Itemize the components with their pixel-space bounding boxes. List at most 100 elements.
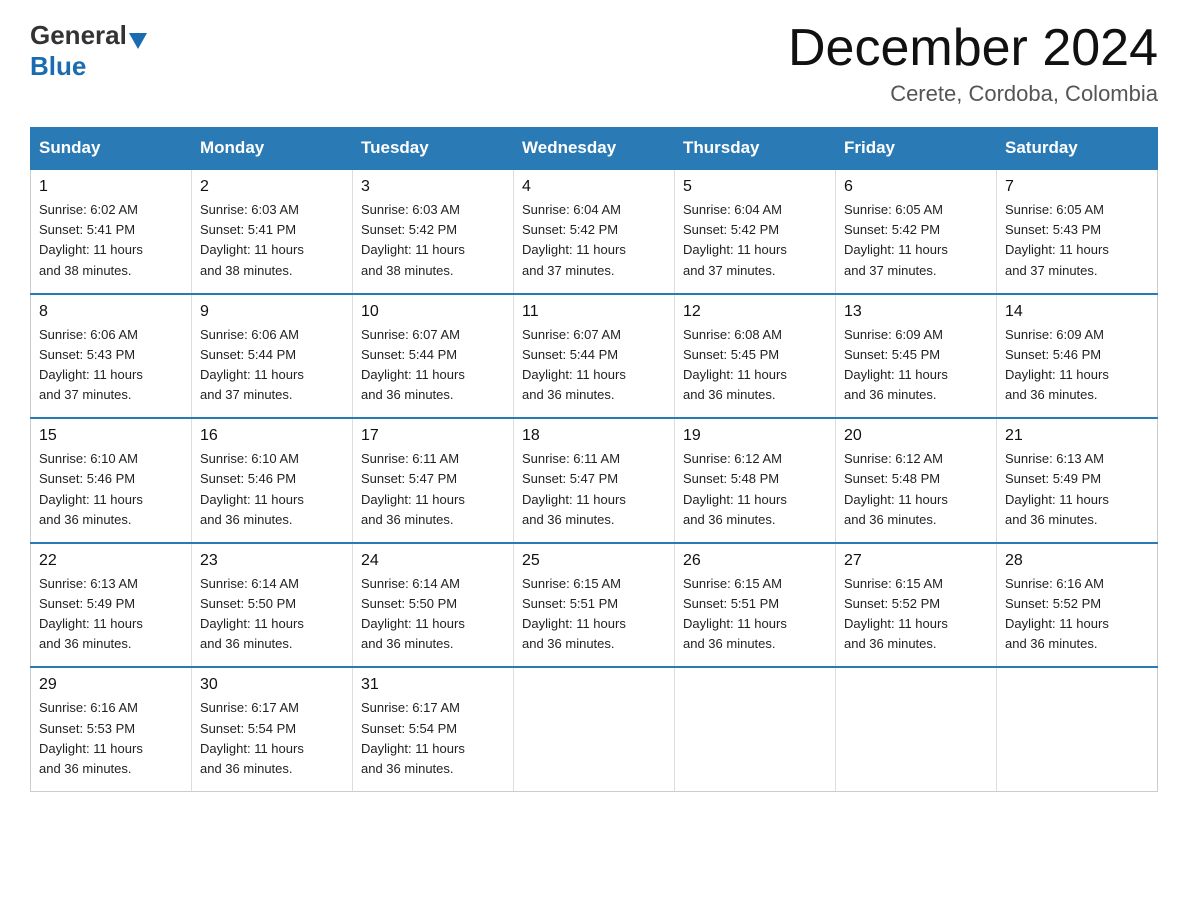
day-info: Sunrise: 6:17 AMSunset: 5:54 PMDaylight:… bbox=[361, 698, 505, 779]
day-info: Sunrise: 6:16 AMSunset: 5:53 PMDaylight:… bbox=[39, 698, 183, 779]
calendar-table: Sunday Monday Tuesday Wednesday Thursday… bbox=[30, 127, 1158, 792]
table-row: 9 Sunrise: 6:06 AMSunset: 5:44 PMDayligh… bbox=[192, 294, 353, 419]
day-number: 14 bbox=[1005, 303, 1149, 321]
day-info: Sunrise: 6:06 AMSunset: 5:43 PMDaylight:… bbox=[39, 325, 183, 406]
day-info: Sunrise: 6:09 AMSunset: 5:45 PMDaylight:… bbox=[844, 325, 988, 406]
calendar-week-row: 8 Sunrise: 6:06 AMSunset: 5:43 PMDayligh… bbox=[31, 294, 1158, 419]
table-row: 8 Sunrise: 6:06 AMSunset: 5:43 PMDayligh… bbox=[31, 294, 192, 419]
calendar-week-row: 22 Sunrise: 6:13 AMSunset: 5:49 PMDaylig… bbox=[31, 543, 1158, 668]
table-row: 14 Sunrise: 6:09 AMSunset: 5:46 PMDaylig… bbox=[997, 294, 1158, 419]
day-info: Sunrise: 6:11 AMSunset: 5:47 PMDaylight:… bbox=[361, 449, 505, 530]
day-info: Sunrise: 6:13 AMSunset: 5:49 PMDaylight:… bbox=[39, 574, 183, 655]
table-row: 27 Sunrise: 6:15 AMSunset: 5:52 PMDaylig… bbox=[836, 543, 997, 668]
day-number: 27 bbox=[844, 552, 988, 570]
table-row: 13 Sunrise: 6:09 AMSunset: 5:45 PMDaylig… bbox=[836, 294, 997, 419]
table-row: 17 Sunrise: 6:11 AMSunset: 5:47 PMDaylig… bbox=[353, 418, 514, 543]
calendar-week-row: 15 Sunrise: 6:10 AMSunset: 5:46 PMDaylig… bbox=[31, 418, 1158, 543]
day-number: 21 bbox=[1005, 427, 1149, 445]
day-info: Sunrise: 6:12 AMSunset: 5:48 PMDaylight:… bbox=[844, 449, 988, 530]
table-row: 10 Sunrise: 6:07 AMSunset: 5:44 PMDaylig… bbox=[353, 294, 514, 419]
logo-general: General bbox=[30, 20, 127, 51]
calendar-week-row: 1 Sunrise: 6:02 AMSunset: 5:41 PMDayligh… bbox=[31, 169, 1158, 294]
day-info: Sunrise: 6:09 AMSunset: 5:46 PMDaylight:… bbox=[1005, 325, 1149, 406]
table-row: 3 Sunrise: 6:03 AMSunset: 5:42 PMDayligh… bbox=[353, 169, 514, 294]
day-number: 8 bbox=[39, 303, 183, 321]
day-number: 30 bbox=[200, 676, 344, 694]
day-info: Sunrise: 6:15 AMSunset: 5:51 PMDaylight:… bbox=[683, 574, 827, 655]
day-info: Sunrise: 6:08 AMSunset: 5:45 PMDaylight:… bbox=[683, 325, 827, 406]
day-number: 16 bbox=[200, 427, 344, 445]
day-info: Sunrise: 6:12 AMSunset: 5:48 PMDaylight:… bbox=[683, 449, 827, 530]
day-number: 26 bbox=[683, 552, 827, 570]
table-row: 22 Sunrise: 6:13 AMSunset: 5:49 PMDaylig… bbox=[31, 543, 192, 668]
day-info: Sunrise: 6:05 AMSunset: 5:42 PMDaylight:… bbox=[844, 200, 988, 281]
table-row: 23 Sunrise: 6:14 AMSunset: 5:50 PMDaylig… bbox=[192, 543, 353, 668]
day-number: 10 bbox=[361, 303, 505, 321]
table-row: 19 Sunrise: 6:12 AMSunset: 5:48 PMDaylig… bbox=[675, 418, 836, 543]
table-row: 18 Sunrise: 6:11 AMSunset: 5:47 PMDaylig… bbox=[514, 418, 675, 543]
table-row: 15 Sunrise: 6:10 AMSunset: 5:46 PMDaylig… bbox=[31, 418, 192, 543]
day-number: 31 bbox=[361, 676, 505, 694]
day-info: Sunrise: 6:11 AMSunset: 5:47 PMDaylight:… bbox=[522, 449, 666, 530]
day-info: Sunrise: 6:04 AMSunset: 5:42 PMDaylight:… bbox=[522, 200, 666, 281]
day-number: 24 bbox=[361, 552, 505, 570]
title-block: December 2024 Cerete, Cordoba, Colombia bbox=[788, 20, 1158, 107]
day-info: Sunrise: 6:04 AMSunset: 5:42 PMDaylight:… bbox=[683, 200, 827, 281]
location-subtitle: Cerete, Cordoba, Colombia bbox=[788, 81, 1158, 107]
table-row: 11 Sunrise: 6:07 AMSunset: 5:44 PMDaylig… bbox=[514, 294, 675, 419]
header-wednesday: Wednesday bbox=[514, 128, 675, 170]
month-title: December 2024 bbox=[788, 20, 1158, 77]
day-number: 28 bbox=[1005, 552, 1149, 570]
day-number: 1 bbox=[39, 178, 183, 196]
table-row: 31 Sunrise: 6:17 AMSunset: 5:54 PMDaylig… bbox=[353, 667, 514, 791]
table-row: 2 Sunrise: 6:03 AMSunset: 5:41 PMDayligh… bbox=[192, 169, 353, 294]
header-saturday: Saturday bbox=[997, 128, 1158, 170]
day-info: Sunrise: 6:02 AMSunset: 5:41 PMDaylight:… bbox=[39, 200, 183, 281]
table-row bbox=[836, 667, 997, 791]
day-number: 25 bbox=[522, 552, 666, 570]
day-number: 13 bbox=[844, 303, 988, 321]
table-row: 28 Sunrise: 6:16 AMSunset: 5:52 PMDaylig… bbox=[997, 543, 1158, 668]
day-number: 18 bbox=[522, 427, 666, 445]
day-info: Sunrise: 6:03 AMSunset: 5:42 PMDaylight:… bbox=[361, 200, 505, 281]
table-row: 7 Sunrise: 6:05 AMSunset: 5:43 PMDayligh… bbox=[997, 169, 1158, 294]
logo-blue: Blue bbox=[30, 51, 86, 81]
day-number: 20 bbox=[844, 427, 988, 445]
day-number: 5 bbox=[683, 178, 827, 196]
logo: General Blue bbox=[30, 20, 147, 82]
day-info: Sunrise: 6:03 AMSunset: 5:41 PMDaylight:… bbox=[200, 200, 344, 281]
day-info: Sunrise: 6:13 AMSunset: 5:49 PMDaylight:… bbox=[1005, 449, 1149, 530]
table-row: 21 Sunrise: 6:13 AMSunset: 5:49 PMDaylig… bbox=[997, 418, 1158, 543]
day-info: Sunrise: 6:05 AMSunset: 5:43 PMDaylight:… bbox=[1005, 200, 1149, 281]
day-number: 23 bbox=[200, 552, 344, 570]
calendar-header-row: Sunday Monday Tuesday Wednesday Thursday… bbox=[31, 128, 1158, 170]
header-tuesday: Tuesday bbox=[353, 128, 514, 170]
table-row bbox=[675, 667, 836, 791]
table-row: 1 Sunrise: 6:02 AMSunset: 5:41 PMDayligh… bbox=[31, 169, 192, 294]
day-number: 7 bbox=[1005, 178, 1149, 196]
table-row: 4 Sunrise: 6:04 AMSunset: 5:42 PMDayligh… bbox=[514, 169, 675, 294]
header-friday: Friday bbox=[836, 128, 997, 170]
table-row: 24 Sunrise: 6:14 AMSunset: 5:50 PMDaylig… bbox=[353, 543, 514, 668]
header-sunday: Sunday bbox=[31, 128, 192, 170]
day-info: Sunrise: 6:14 AMSunset: 5:50 PMDaylight:… bbox=[361, 574, 505, 655]
table-row bbox=[997, 667, 1158, 791]
day-info: Sunrise: 6:17 AMSunset: 5:54 PMDaylight:… bbox=[200, 698, 344, 779]
logo-triangle-icon bbox=[129, 33, 147, 51]
table-row: 5 Sunrise: 6:04 AMSunset: 5:42 PMDayligh… bbox=[675, 169, 836, 294]
day-number: 11 bbox=[522, 303, 666, 321]
day-info: Sunrise: 6:10 AMSunset: 5:46 PMDaylight:… bbox=[200, 449, 344, 530]
day-number: 2 bbox=[200, 178, 344, 196]
day-number: 19 bbox=[683, 427, 827, 445]
day-info: Sunrise: 6:06 AMSunset: 5:44 PMDaylight:… bbox=[200, 325, 344, 406]
table-row: 26 Sunrise: 6:15 AMSunset: 5:51 PMDaylig… bbox=[675, 543, 836, 668]
header-thursday: Thursday bbox=[675, 128, 836, 170]
day-number: 29 bbox=[39, 676, 183, 694]
table-row: 12 Sunrise: 6:08 AMSunset: 5:45 PMDaylig… bbox=[675, 294, 836, 419]
table-row: 30 Sunrise: 6:17 AMSunset: 5:54 PMDaylig… bbox=[192, 667, 353, 791]
page-header: General Blue December 2024 Cerete, Cordo… bbox=[30, 20, 1158, 107]
day-info: Sunrise: 6:15 AMSunset: 5:52 PMDaylight:… bbox=[844, 574, 988, 655]
calendar-week-row: 29 Sunrise: 6:16 AMSunset: 5:53 PMDaylig… bbox=[31, 667, 1158, 791]
day-info: Sunrise: 6:10 AMSunset: 5:46 PMDaylight:… bbox=[39, 449, 183, 530]
day-info: Sunrise: 6:14 AMSunset: 5:50 PMDaylight:… bbox=[200, 574, 344, 655]
